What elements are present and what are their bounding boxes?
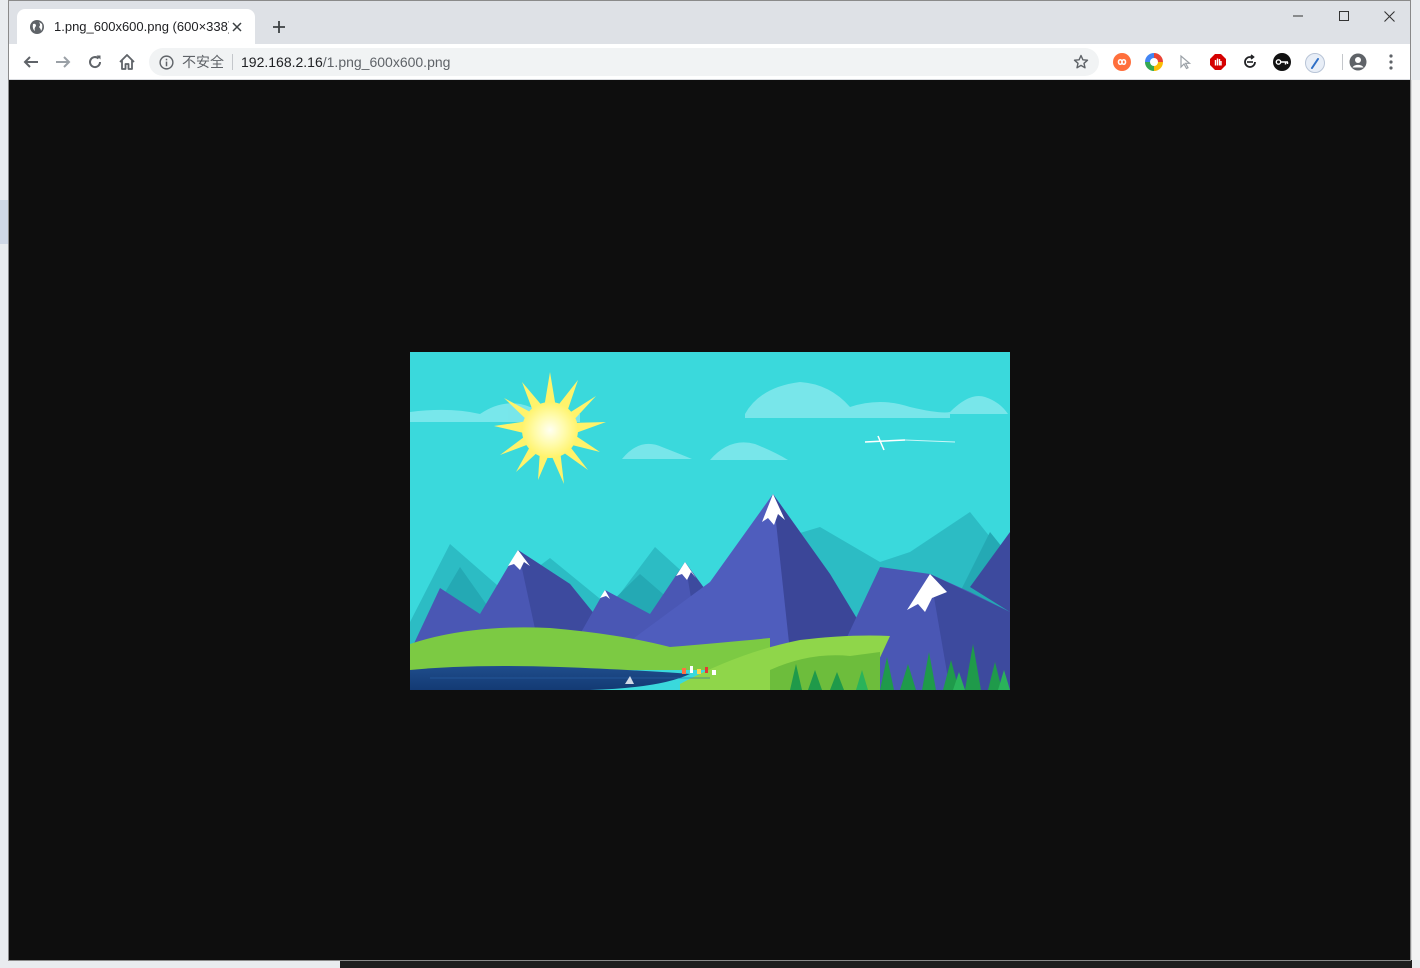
pointer-extension-icon[interactable] xyxy=(1177,53,1195,71)
kebab-menu-icon[interactable] xyxy=(1382,53,1400,71)
tab-strip: 1.png_600x600.png (600×338) xyxy=(9,1,1410,44)
background-app-sliver xyxy=(0,200,8,244)
browser-window: 1.png_600x600.png (600×338) 不安全 192.168.… xyxy=(8,0,1411,961)
url-host[interactable]: 192.168.2.16 xyxy=(241,54,323,70)
adblock-extension-icon[interactable] xyxy=(1209,53,1227,71)
ring-extension-icon[interactable] xyxy=(1145,53,1163,71)
omnibox-divider xyxy=(232,54,233,70)
forward-arrow-icon[interactable] xyxy=(51,50,75,74)
home-icon[interactable] xyxy=(115,50,139,74)
maximize-button[interactable] xyxy=(1321,1,1367,31)
url-path[interactable]: /1.png_600x600.png xyxy=(323,54,451,70)
close-icon[interactable] xyxy=(229,19,245,35)
back-arrow-icon[interactable] xyxy=(19,50,43,74)
minimize-button[interactable] xyxy=(1275,1,1321,31)
key-extension-icon[interactable] xyxy=(1273,53,1291,71)
sync-extension-icon[interactable] xyxy=(1241,53,1259,71)
profile-icon[interactable] xyxy=(1349,53,1367,71)
security-label[interactable]: 不安全 xyxy=(182,52,224,72)
active-tab[interactable]: 1.png_600x600.png (600×338) xyxy=(17,9,255,44)
info-icon[interactable] xyxy=(159,54,174,70)
globe-icon xyxy=(29,19,45,35)
tab-title: 1.png_600x600.png (600×338) xyxy=(54,19,229,34)
background-editor-sliver xyxy=(340,960,1412,968)
window-close-button[interactable] xyxy=(1366,1,1410,31)
star-icon[interactable] xyxy=(1071,52,1091,72)
plus-icon[interactable] xyxy=(269,17,289,37)
infinity-extension-icon[interactable] xyxy=(1113,53,1131,71)
reload-icon[interactable] xyxy=(83,50,107,74)
viewed-image[interactable] xyxy=(410,352,1010,690)
background-app-scrollbar xyxy=(1411,80,1420,960)
toolbar: 不安全 192.168.2.16/1.png_600x600.png xyxy=(9,44,1410,80)
wand-extension-icon[interactable] xyxy=(1305,53,1325,73)
address-bar[interactable]: 不安全 192.168.2.16/1.png_600x600.png xyxy=(149,48,1099,76)
image-viewer xyxy=(9,80,1410,960)
toolbar-divider xyxy=(1342,54,1343,70)
